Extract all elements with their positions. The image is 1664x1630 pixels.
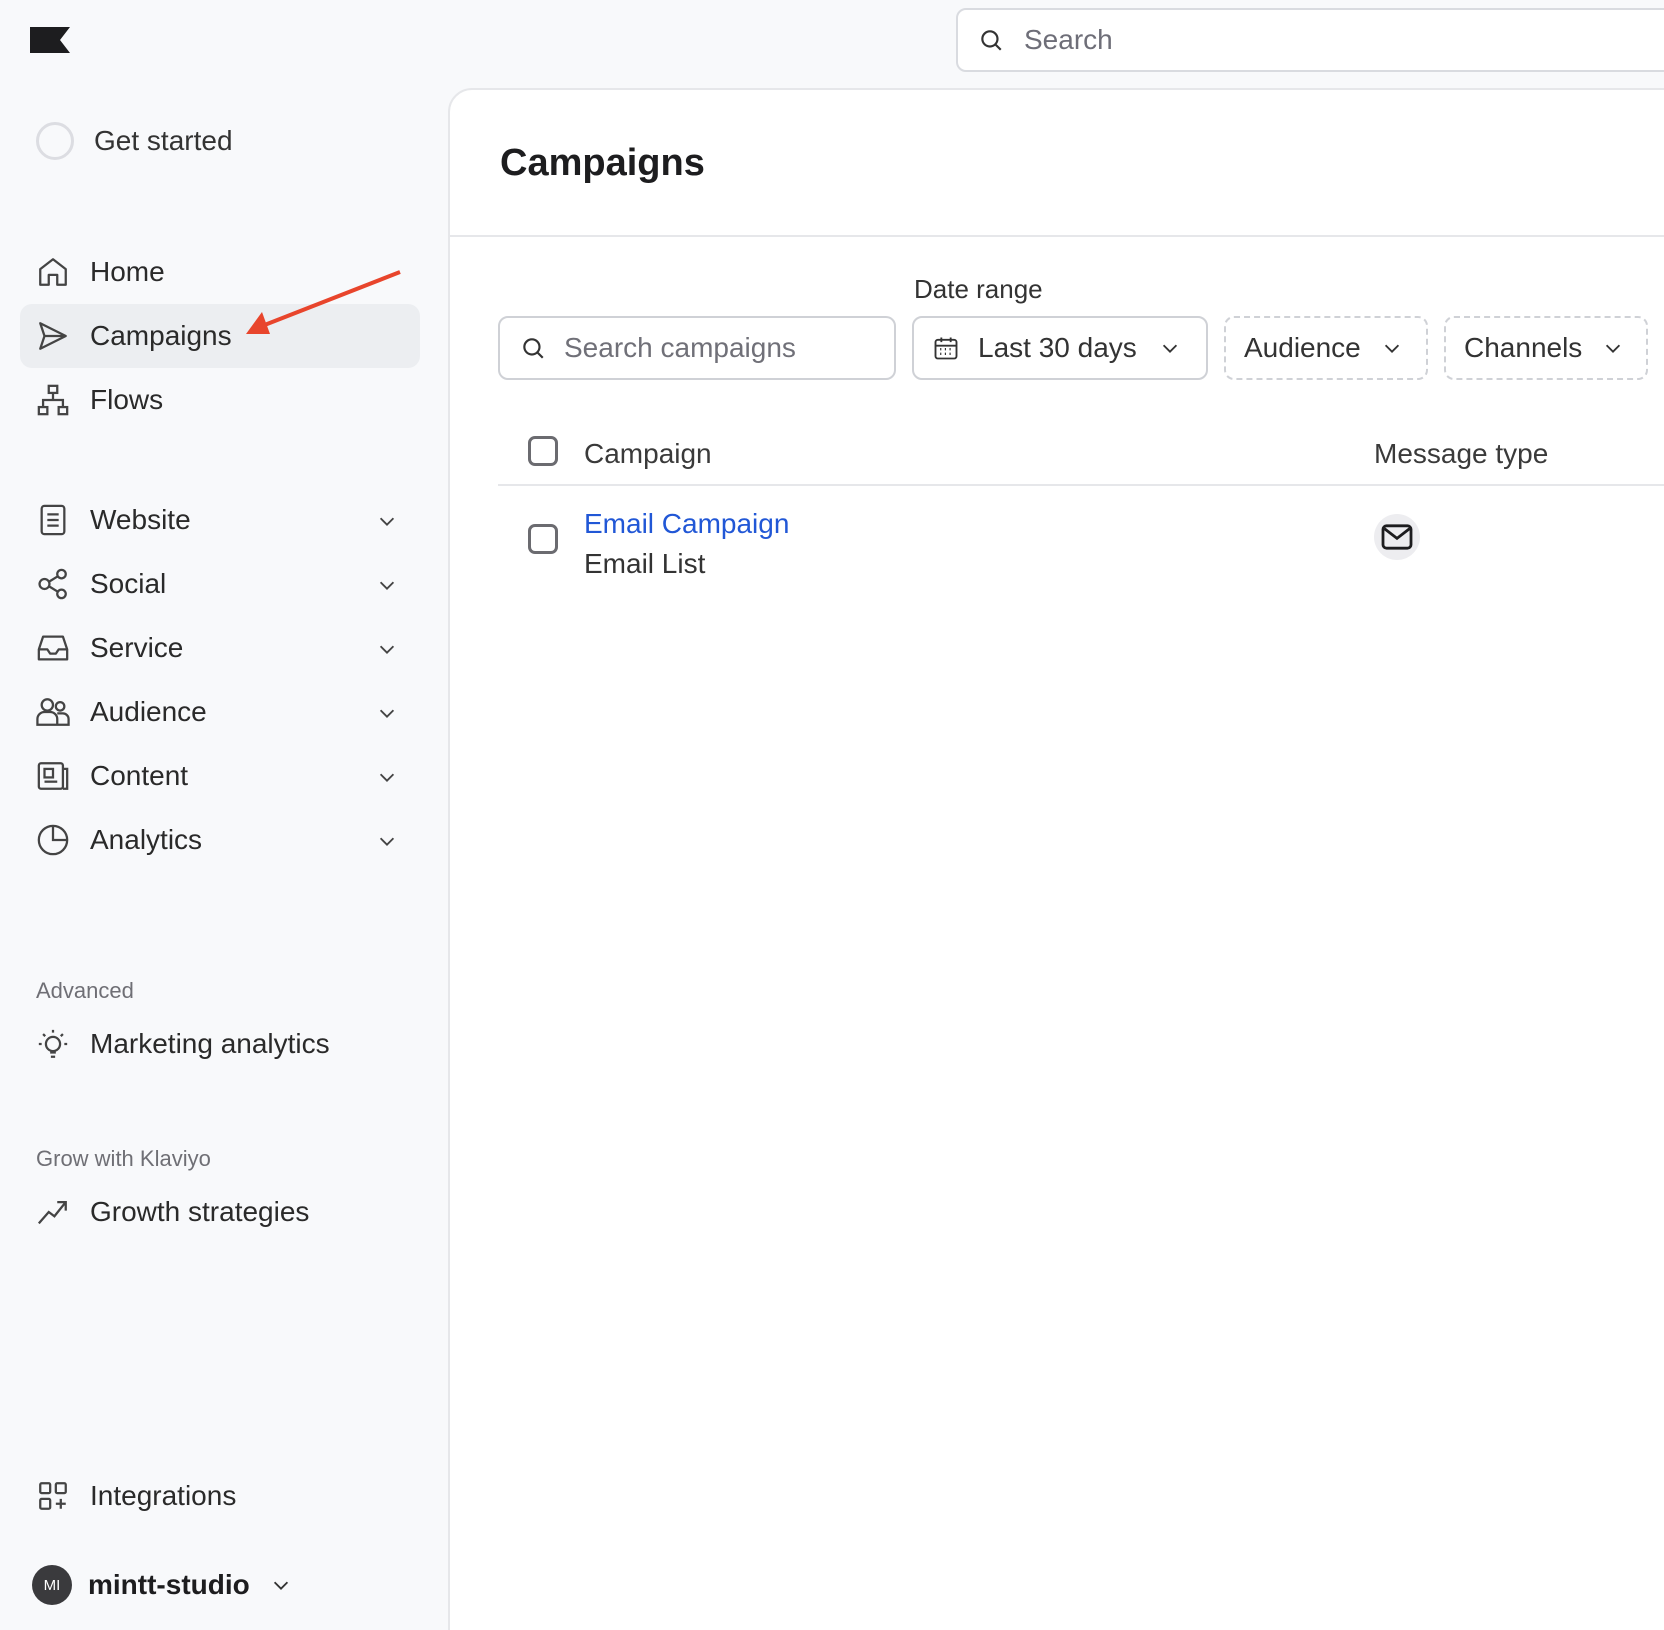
- trending-up-icon: [34, 1193, 72, 1231]
- chevron-down-icon: [1602, 337, 1624, 359]
- sidebar-item-social[interactable]: Social: [20, 552, 420, 616]
- date-range-value: Last 30 days: [978, 332, 1137, 363]
- sidebar-item-audience[interactable]: Audience: [20, 680, 420, 744]
- avatar: MI: [32, 1565, 72, 1605]
- get-started-label: Get started: [94, 125, 233, 156]
- sidebar-item-growth-strategies[interactable]: Growth strategies: [20, 1180, 420, 1244]
- sidebar-item-service[interactable]: Service: [20, 616, 420, 680]
- sidebar-item-label: Marketing analytics: [90, 1028, 330, 1059]
- chevron-down-icon: [1159, 337, 1181, 359]
- sidebar-item-label: Campaigns: [90, 320, 232, 351]
- home-icon: [34, 253, 72, 291]
- sidebar-item-content[interactable]: Content: [20, 744, 420, 808]
- search-campaigns-placeholder: Search campaigns: [564, 332, 796, 363]
- send-icon: [34, 317, 72, 355]
- calendar-icon: [932, 334, 960, 362]
- section-heading-advanced: Advanced: [36, 978, 134, 1003]
- sidebar-item-marketing-analytics[interactable]: Marketing analytics: [20, 1012, 420, 1076]
- page-title: Campaigns: [500, 142, 705, 184]
- campaign-name-link[interactable]: Email Campaign: [584, 508, 789, 540]
- column-header-campaign[interactable]: Campaign: [584, 438, 712, 470]
- table-divider: [498, 484, 1664, 486]
- global-search-input[interactable]: Search: [956, 8, 1664, 72]
- main-panel: Campaigns Date range Search campaigns La…: [448, 88, 1664, 1630]
- sidebar-item-flows[interactable]: Flows: [20, 368, 420, 432]
- progress-circle-icon: [36, 122, 74, 160]
- share-icon: [34, 565, 72, 603]
- sidebar-item-integrations[interactable]: Integrations: [20, 1464, 420, 1528]
- account-name: mintt-studio: [88, 1569, 250, 1600]
- chevron-down-icon: [270, 1574, 292, 1596]
- account-switcher[interactable]: MI mintt-studio: [32, 1565, 292, 1605]
- sidebar-item-label: Content: [90, 760, 189, 791]
- divider: [450, 235, 1664, 237]
- section-heading-grow: Grow with Klaviyo: [36, 1146, 211, 1171]
- global-search-placeholder: Search: [1024, 24, 1113, 55]
- sidebar-item-label: Audience: [90, 696, 207, 727]
- sidebar-item-label: Flows: [90, 384, 164, 415]
- sidebar-item-label: Social: [90, 568, 167, 599]
- sidebar-item-analytics[interactable]: Analytics: [20, 808, 420, 872]
- users-icon: [34, 693, 72, 731]
- row-checkbox[interactable]: [528, 524, 558, 554]
- inbox-icon: [34, 629, 72, 667]
- campaign-list-name: Email List: [584, 548, 706, 579]
- pie-chart-icon: [34, 821, 72, 859]
- sidebar-item-label: Growth strategies: [90, 1196, 310, 1227]
- sidebar-item-label: Analytics: [90, 824, 203, 855]
- sidebar-item-website[interactable]: Website: [20, 488, 420, 552]
- channels-filter-label: Channels: [1464, 332, 1583, 363]
- sidebar: Get started Home Campaigns Flows Website: [0, 0, 448, 1630]
- chevron-down-icon: [376, 830, 398, 852]
- sidebar-item-label: Integrations: [90, 1480, 237, 1511]
- get-started-item[interactable]: Get started: [36, 122, 233, 160]
- search-icon: [978, 27, 1004, 53]
- search-campaigns-input[interactable]: Search campaigns: [498, 316, 896, 380]
- chevron-down-icon: [376, 766, 398, 788]
- chevron-down-icon: [376, 510, 398, 532]
- integrations-icon: [34, 1477, 72, 1515]
- chevron-down-icon: [376, 638, 398, 660]
- audience-filter-label: Audience: [1244, 332, 1361, 363]
- flows-icon: [34, 381, 72, 419]
- document-icon: [34, 501, 72, 539]
- annotation-arrow: [246, 270, 401, 334]
- sidebar-item-label: Service: [90, 632, 184, 663]
- envelope-icon: [1374, 514, 1420, 560]
- content-icon: [34, 757, 72, 795]
- search-icon: [520, 335, 546, 361]
- select-all-checkbox[interactable]: [528, 436, 558, 466]
- chevron-down-icon: [1381, 337, 1403, 359]
- sidebar-item-label: Home: [90, 256, 165, 287]
- chevron-down-icon: [376, 702, 398, 724]
- chevron-down-icon: [376, 574, 398, 596]
- lightbulb-icon: [34, 1025, 72, 1063]
- date-range-select[interactable]: Last 30 days: [912, 316, 1208, 380]
- channels-filter[interactable]: Channels: [1444, 316, 1648, 380]
- date-range-label: Date range: [914, 274, 1043, 304]
- audience-filter[interactable]: Audience: [1224, 316, 1428, 380]
- column-header-message-type[interactable]: Message type: [1374, 438, 1548, 470]
- sidebar-item-label: Website: [90, 504, 191, 535]
